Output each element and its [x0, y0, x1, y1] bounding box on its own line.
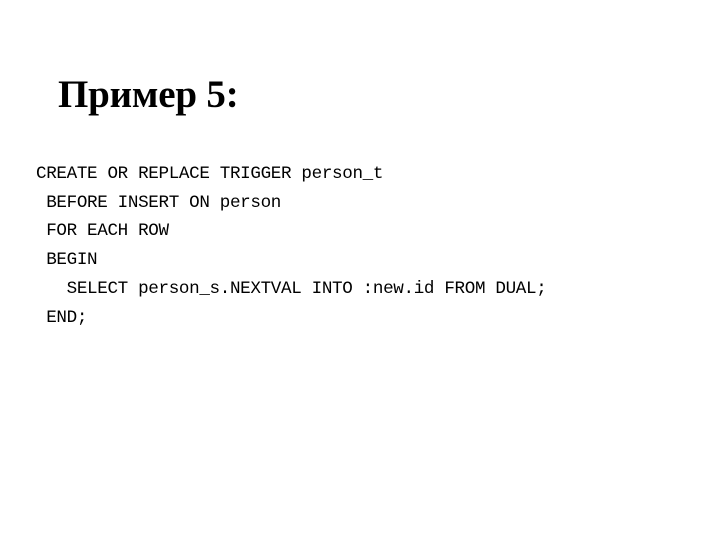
code-line: SELECT person_s.NEXTVAL INTO :new.id FRO… [36, 278, 547, 299]
code-line: BEFORE INSERT ON person [36, 192, 281, 213]
code-block: CREATE OR REPLACE TRIGGER person_t BEFOR… [36, 160, 696, 332]
code-line: CREATE OR REPLACE TRIGGER person_t [36, 164, 384, 184]
page-title: Пример 5: [58, 73, 239, 116]
code-line: END; [36, 307, 88, 328]
code-line: BEGIN [36, 250, 98, 271]
code-line: FOR EACH ROW [36, 221, 169, 242]
slide-canvas: Пример 5: CREATE OR REPLACE TRIGGER pers… [0, 0, 720, 540]
